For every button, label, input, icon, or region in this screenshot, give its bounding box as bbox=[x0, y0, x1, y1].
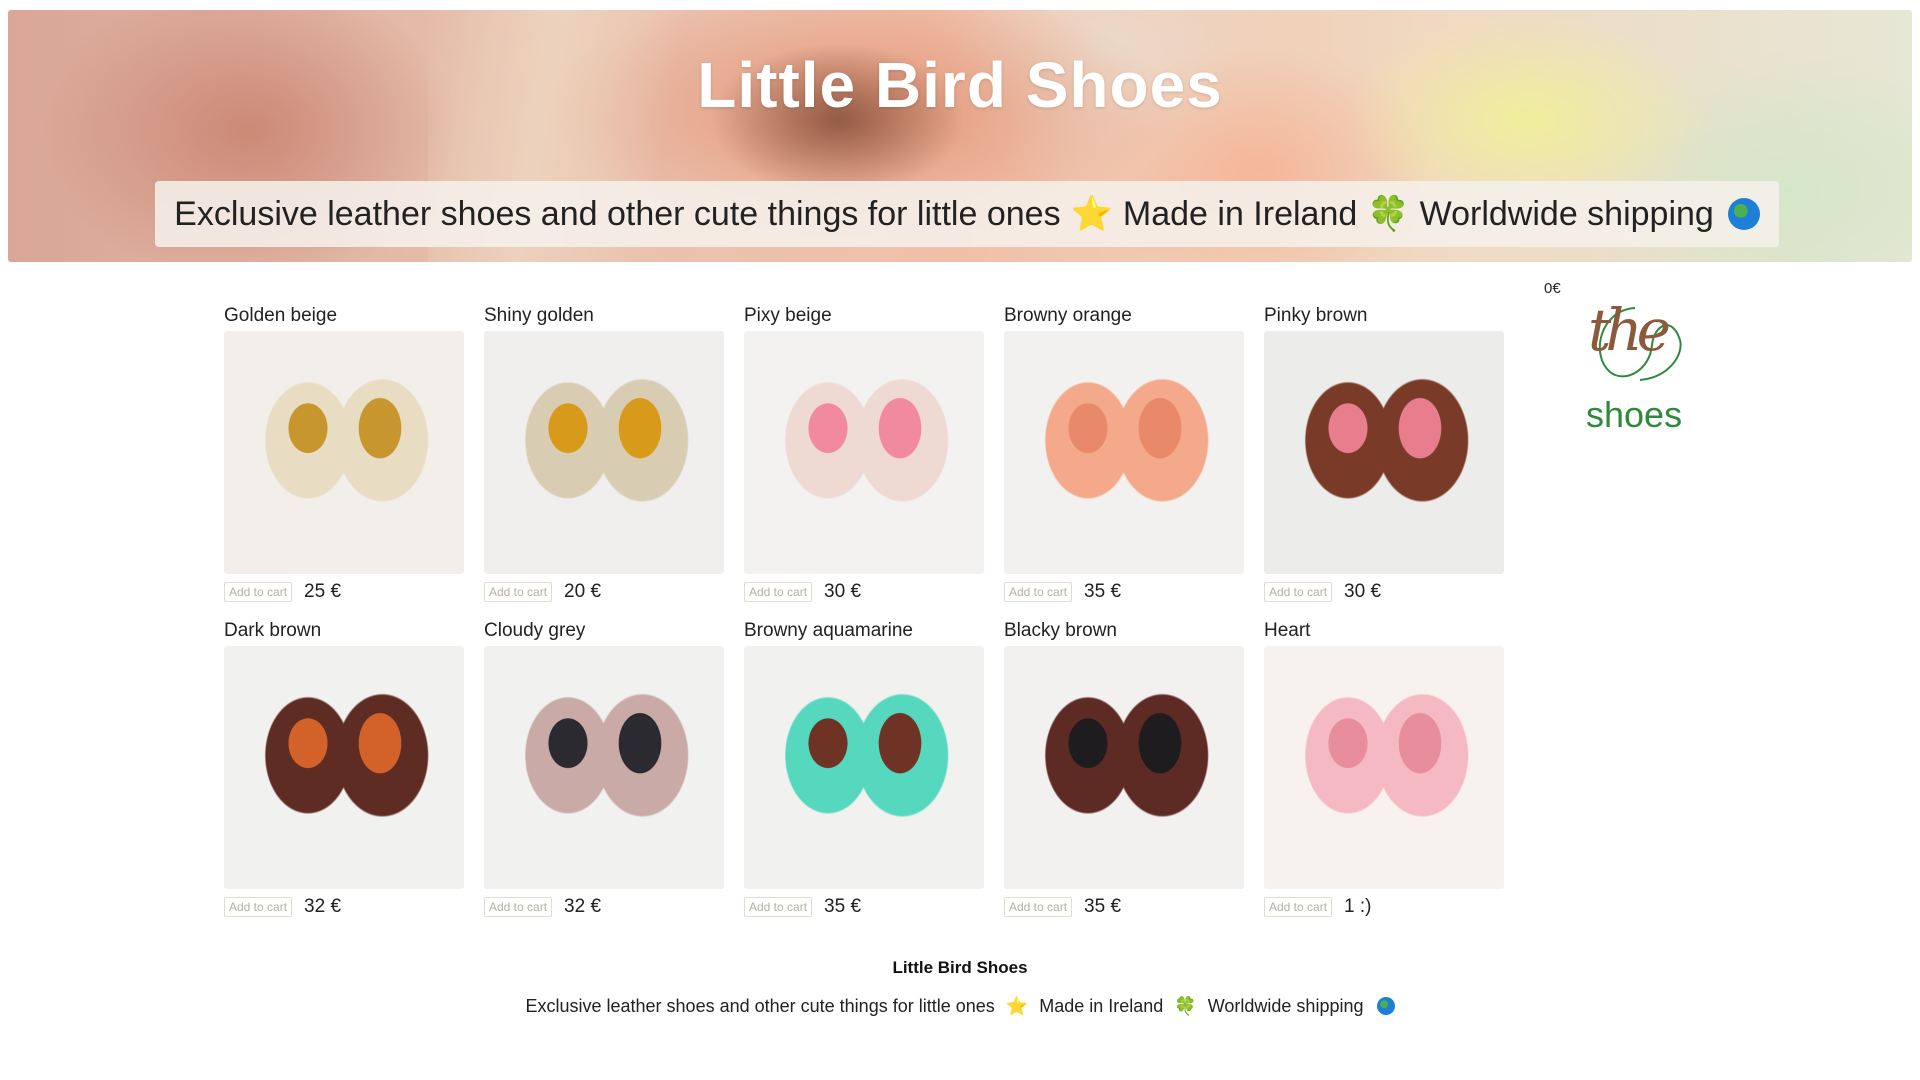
product-actions: Add to cart 1 :) bbox=[1264, 894, 1504, 920]
product-price: 1 :) bbox=[1344, 896, 1372, 917]
product-name: Browny aquamarine bbox=[744, 620, 913, 641]
add-to-cart-button[interactable]: Add to cart bbox=[1004, 897, 1073, 917]
product-card[interactable]: Browny aquamarine Add to cart 35 € bbox=[744, 619, 984, 920]
product-name: Cloudy grey bbox=[484, 620, 586, 641]
globe-icon bbox=[1376, 997, 1395, 1015]
add-to-cart-button[interactable]: Add to cart bbox=[1004, 582, 1073, 602]
add-to-cart-button[interactable]: Add to cart bbox=[744, 582, 813, 602]
tagline-text: Exclusive leather shoes and other cute t… bbox=[174, 194, 1061, 233]
tagline-text: Made in Ireland bbox=[1122, 194, 1358, 233]
add-to-cart-button[interactable]: Add to cart bbox=[484, 897, 553, 917]
add-to-cart-button[interactable]: Add to cart bbox=[224, 897, 293, 917]
product-price: 35 € bbox=[824, 896, 862, 917]
globe-icon bbox=[1727, 198, 1760, 230]
product-actions: Add to cart 32 € bbox=[224, 894, 464, 920]
product-price: 35 € bbox=[1084, 896, 1122, 917]
product-price: 30 € bbox=[1344, 581, 1382, 602]
footer-tagline: Exclusive leather shoes and other cute t… bbox=[0, 996, 1920, 1017]
add-to-cart-button[interactable]: Add to cart bbox=[224, 582, 293, 602]
site-tagline: Exclusive leather shoes and other cute t… bbox=[155, 181, 1779, 247]
product-card[interactable]: Browny orange Add to cart 35 € bbox=[1004, 304, 1244, 605]
product-image[interactable] bbox=[1264, 331, 1504, 574]
product-name: Blacky brown bbox=[1004, 620, 1117, 641]
product-actions: Add to cart 35 € bbox=[1004, 579, 1244, 605]
product-price: 35 € bbox=[1084, 581, 1122, 602]
product-actions: Add to cart 30 € bbox=[1264, 579, 1504, 605]
product-grid: Golden beige Add to cart 25 € Shiny golden A… bbox=[224, 304, 1504, 920]
product-image[interactable] bbox=[1004, 646, 1244, 889]
product-actions: Add to cart 30 € bbox=[744, 579, 984, 605]
product-price: 30 € bbox=[824, 581, 862, 602]
product-actions: Add to cart 35 € bbox=[744, 894, 984, 920]
clover-icon: 🍀 bbox=[1367, 195, 1410, 233]
product-card[interactable]: Blacky brown Add to cart 35 € bbox=[1004, 619, 1244, 920]
product-name: Browny orange bbox=[1004, 305, 1132, 326]
footer-tagline-text: Worldwide shipping bbox=[1207, 996, 1364, 1016]
cart-total[interactable]: 0€ bbox=[1544, 280, 1561, 297]
product-image[interactable] bbox=[744, 646, 984, 889]
product-actions: Add to cart 32 € bbox=[484, 894, 724, 920]
product-price: 32 € bbox=[304, 896, 342, 917]
product-actions: Add to cart 20 € bbox=[484, 579, 724, 605]
product-name: Golden beige bbox=[224, 305, 338, 326]
product-name: Pinky brown bbox=[1264, 305, 1368, 326]
product-card[interactable]: Heart Add to cart 1 :) bbox=[1264, 619, 1504, 920]
logo-shoes: shoes bbox=[1586, 394, 1683, 435]
product-image[interactable] bbox=[484, 331, 724, 574]
add-to-cart-button[interactable]: Add to cart bbox=[744, 897, 813, 917]
hero-banner: Little Bird Shoes Exclusive leather shoe… bbox=[8, 10, 1912, 262]
product-price: 25 € bbox=[304, 581, 342, 602]
add-to-cart-button[interactable]: Add to cart bbox=[1264, 582, 1333, 602]
product-image[interactable] bbox=[484, 646, 724, 889]
star-icon: ⭐ bbox=[1005, 996, 1029, 1016]
product-price: 32 € bbox=[564, 896, 602, 917]
product-price: 20 € bbox=[564, 581, 602, 602]
the-shoes-logo[interactable]: the shoes bbox=[1580, 296, 1690, 445]
product-image[interactable] bbox=[1264, 646, 1504, 889]
product-name: Pixy beige bbox=[744, 305, 832, 326]
product-card[interactable]: Pinky brown Add to cart 30 € bbox=[1264, 304, 1504, 605]
star-icon: ⭐ bbox=[1070, 195, 1113, 233]
product-name: Heart bbox=[1264, 620, 1311, 641]
clover-icon: 🍀 bbox=[1174, 996, 1197, 1016]
product-actions: Add to cart 25 € bbox=[224, 579, 464, 605]
footer-tagline-text: Exclusive leather shoes and other cute t… bbox=[525, 996, 995, 1016]
add-to-cart-button[interactable]: Add to cart bbox=[1264, 897, 1333, 917]
product-name: Dark brown bbox=[224, 620, 322, 641]
product-card[interactable]: Golden beige Add to cart 25 € bbox=[224, 304, 464, 605]
footer-title: Little Bird Shoes bbox=[892, 958, 1028, 977]
logo-the: the bbox=[1588, 296, 1671, 364]
product-card[interactable]: Pixy beige Add to cart 30 € bbox=[744, 304, 984, 605]
product-name: Shiny golden bbox=[484, 305, 594, 326]
tagline-text: Worldwide shipping bbox=[1419, 194, 1714, 233]
product-image[interactable] bbox=[1004, 331, 1244, 574]
product-image[interactable] bbox=[744, 331, 984, 574]
product-actions: Add to cart 35 € bbox=[1004, 894, 1244, 920]
product-image[interactable] bbox=[224, 331, 464, 574]
product-card[interactable]: Dark brown Add to cart 32 € bbox=[224, 619, 464, 920]
footer-tagline-text: Made in Ireland bbox=[1039, 996, 1164, 1016]
product-card[interactable]: Shiny golden Add to cart 20 € bbox=[484, 304, 724, 605]
product-image[interactable] bbox=[224, 646, 464, 889]
product-card[interactable]: Cloudy grey Add to cart 32 € bbox=[484, 619, 724, 920]
add-to-cart-button[interactable]: Add to cart bbox=[484, 582, 553, 602]
site-title: Little Bird Shoes bbox=[697, 49, 1223, 121]
